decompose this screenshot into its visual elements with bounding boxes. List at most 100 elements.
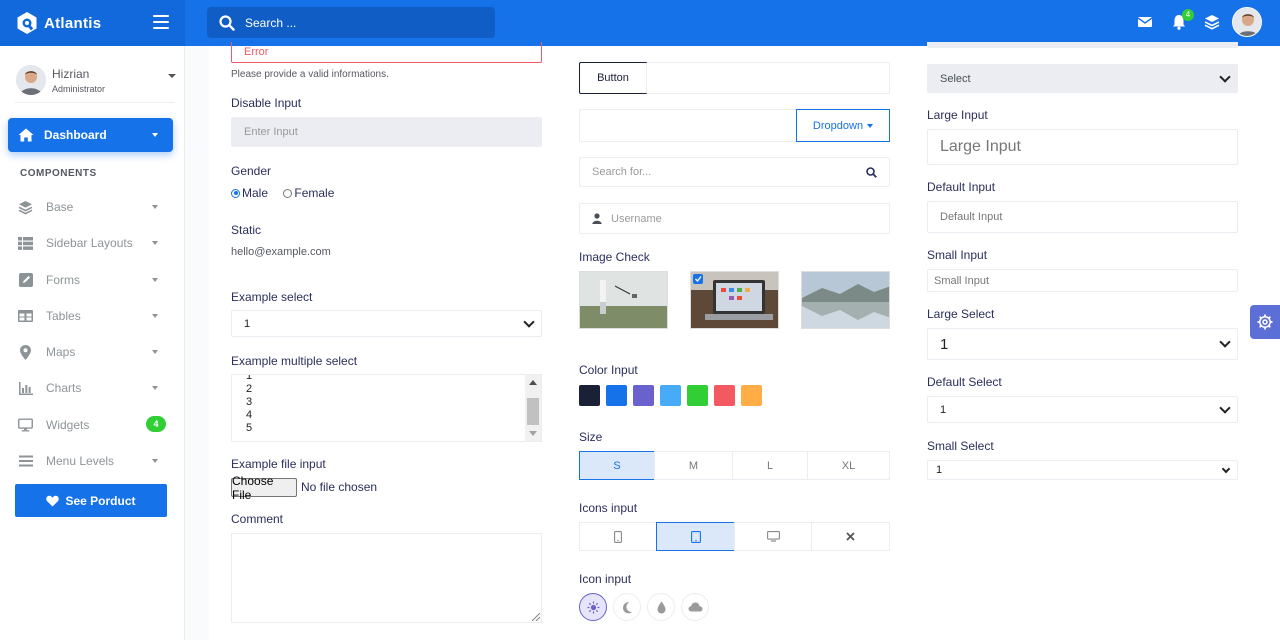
- small-input[interactable]: Small Input: [927, 269, 1238, 292]
- disabled-select: Select: [927, 64, 1238, 93]
- input-group-button[interactable]: Button: [579, 62, 647, 94]
- see-product-button[interactable]: See Porduct: [15, 484, 167, 517]
- icons-option-phone[interactable]: [579, 522, 657, 551]
- default-select[interactable]: 1: [927, 396, 1238, 423]
- search-icon[interactable]: [866, 167, 877, 178]
- menu-toggle-icon[interactable]: [153, 15, 169, 29]
- sidebar-item-charts[interactable]: Charts: [18, 376, 166, 400]
- chevron-down-icon: [1221, 464, 1231, 474]
- list-item[interactable]: 3: [246, 396, 252, 409]
- divider: [15, 102, 175, 103]
- icon-option-sun[interactable]: [579, 593, 607, 621]
- button-addon-input[interactable]: [646, 62, 890, 94]
- large-input[interactable]: Large Input: [927, 129, 1238, 165]
- gender-radio-group: Male Female: [231, 186, 346, 201]
- image-check-option-laptop[interactable]: [690, 271, 779, 329]
- sidebar-item-base[interactable]: Base: [18, 195, 166, 219]
- small-select-label: Small Select: [927, 439, 994, 453]
- multiple-select[interactable]: 1 2 3 4 5: [231, 374, 542, 442]
- layers-icon: [18, 200, 33, 215]
- default-input[interactable]: Default Input: [927, 201, 1238, 233]
- bell-icon[interactable]: 4: [1170, 9, 1194, 31]
- sidebar-item-menu-levels[interactable]: Menu Levels: [18, 449, 166, 473]
- size-option-s[interactable]: S: [579, 451, 655, 480]
- dropdown-button[interactable]: Dropdown: [796, 109, 890, 142]
- icons-option-close[interactable]: [811, 522, 890, 551]
- sidebar-item-sidebar-layouts[interactable]: Sidebar Layouts: [18, 231, 166, 255]
- close-icon: [846, 532, 855, 541]
- example-select[interactable]: 1: [231, 310, 542, 337]
- username-input[interactable]: Username: [579, 203, 890, 234]
- envelope-icon[interactable]: [1136, 13, 1154, 31]
- scroll-down-icon[interactable]: [529, 431, 537, 436]
- size-option-xl[interactable]: XL: [807, 451, 890, 480]
- size-option-l[interactable]: L: [732, 451, 808, 480]
- disabled-input: Enter Input: [231, 117, 542, 147]
- sidebar-item-label: Sidebar Layouts: [46, 236, 133, 250]
- comment-label: Comment: [231, 512, 284, 526]
- chevron-down-icon: [1219, 336, 1231, 348]
- color-swatch-warning[interactable]: [741, 385, 762, 406]
- color-swatch-primary[interactable]: [606, 385, 627, 406]
- search-icon[interactable]: [219, 14, 235, 31]
- color-swatch-info[interactable]: [660, 385, 681, 406]
- icons-option-tablet[interactable]: [656, 522, 735, 551]
- mobile-icon: [614, 530, 622, 543]
- icon-option-moon[interactable]: [613, 593, 641, 621]
- gender-female-radio[interactable]: Female: [283, 186, 334, 200]
- icon-option-drop[interactable]: [647, 593, 675, 621]
- search-input[interactable]: [245, 15, 475, 30]
- profile-avatar[interactable]: [1232, 7, 1262, 37]
- sidebar-item-forms[interactable]: Forms: [18, 268, 166, 292]
- sidebar-item-widgets[interactable]: Widgets 4: [18, 413, 166, 437]
- caret-down-icon: [152, 314, 158, 318]
- disable-input-label: Disable Input: [231, 96, 302, 110]
- gender-male-radio[interactable]: Male: [231, 186, 268, 200]
- scrollbar[interactable]: [525, 375, 541, 441]
- user-name: Hizrian: [52, 66, 90, 81]
- list-item[interactable]: 4: [246, 409, 252, 422]
- sidebar-item-tables[interactable]: Tables: [18, 304, 166, 328]
- sidebar: Hizrian Administrator Dashboard COMPONEN…: [0, 46, 185, 640]
- user-profile[interactable]: Hizrian Administrator: [16, 58, 176, 102]
- sidebar-item-dashboard[interactable]: Dashboard: [8, 118, 173, 152]
- radio-unchecked-icon: [283, 188, 293, 198]
- large-select[interactable]: 1: [927, 328, 1238, 360]
- color-swatch-secondary[interactable]: [633, 385, 654, 406]
- gender-male-label: Male: [242, 186, 269, 200]
- color-swatch-dark[interactable]: [579, 385, 600, 406]
- desktop-icon: [766, 531, 780, 542]
- scroll-up-icon[interactable]: [529, 380, 537, 385]
- list-item[interactable]: 1: [246, 375, 252, 383]
- choose-file-button[interactable]: Choose File: [231, 474, 297, 502]
- small-input-placeholder: Small Input: [934, 274, 990, 287]
- see-product-label: See Porduct: [65, 493, 136, 508]
- tablet-icon: [690, 530, 701, 543]
- notification-badge: 4: [1182, 9, 1194, 21]
- icon-option-cloud[interactable]: [681, 593, 709, 621]
- top-disabled-field: [927, 42, 1238, 48]
- brand-name[interactable]: Atlantis: [44, 15, 101, 32]
- search-for-input[interactable]: Search for...: [579, 157, 890, 187]
- color-input-label: Color Input: [579, 363, 638, 377]
- comment-textarea[interactable]: [231, 533, 542, 623]
- icons-option-desktop[interactable]: [734, 522, 812, 551]
- image-check-option-lake[interactable]: [801, 271, 890, 329]
- image-check-option-golf[interactable]: [579, 271, 668, 329]
- color-swatch-danger[interactable]: [714, 385, 735, 406]
- sidebar-item-maps[interactable]: Maps: [18, 340, 166, 364]
- error-input[interactable]: Error: [231, 42, 542, 63]
- golfer-image: [580, 272, 667, 328]
- list-item[interactable]: 2: [246, 383, 252, 396]
- color-swatch-success[interactable]: [687, 385, 708, 406]
- small-select[interactable]: 1: [927, 460, 1238, 480]
- settings-button[interactable]: [1250, 305, 1280, 339]
- caret-down-icon[interactable]: [168, 74, 176, 78]
- dropdown-addon-input[interactable]: [579, 109, 797, 142]
- user-role: Administrator: [52, 83, 106, 94]
- resize-handle-icon[interactable]: [532, 613, 540, 621]
- list-item[interactable]: 5: [246, 422, 252, 435]
- size-option-m[interactable]: M: [654, 451, 733, 480]
- scrollbar-thumb[interactable]: [527, 398, 539, 425]
- layers-icon[interactable]: [1203, 13, 1221, 31]
